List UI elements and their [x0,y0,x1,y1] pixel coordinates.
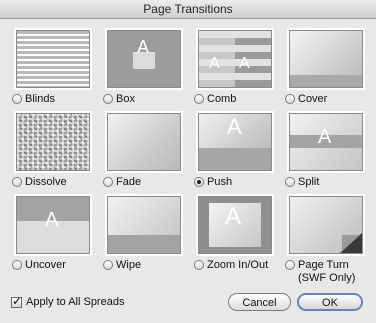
comb-radio[interactable] [194,94,204,104]
zoom-option[interactable]: Zoom In/Out [194,259,268,271]
apply-all-checkbox[interactable] [11,294,22,308]
dissolve-radio[interactable] [12,177,22,187]
wipe-radio[interactable] [103,260,113,270]
preview-letter: A [239,55,250,72]
uncover-label: Uncover [25,259,66,271]
zoom-label: Zoom In/Out [207,259,269,271]
split-preview[interactable]: A [289,113,363,171]
ok-button[interactable]: OK [297,293,363,311]
push-label: Push [207,176,233,188]
cover-preview[interactable] [289,30,363,88]
box-label: Box [116,93,135,105]
dissolve-option[interactable]: Dissolve [12,176,67,188]
cover-option[interactable]: Cover [285,93,327,105]
uncover-option[interactable]: Uncover [12,259,66,271]
wipe-option[interactable]: Wipe [103,259,141,271]
page-turn-option[interactable]: Page Turn [285,259,349,271]
comb-option[interactable]: Comb [194,93,236,105]
comb-label: Comb [207,93,237,105]
transitions-grid: Blinds A Box A A Comb Cover Dissolve Fad… [0,0,376,323]
zoom-preview[interactable]: A [198,196,272,254]
cover-radio[interactable] [285,94,295,104]
box-option[interactable]: Box [103,93,135,105]
box-preview[interactable]: A [107,30,181,88]
push-radio[interactable] [194,177,204,187]
page-transitions-dialog: Page Transitions Blinds A Box A A Comb C… [0,0,376,323]
page-turn-sublabel: (SWF Only) [298,272,356,284]
blinds-label: Blinds [25,93,55,105]
cover-label: Cover [298,93,328,105]
zoom-radio[interactable] [194,260,204,270]
dissolve-label: Dissolve [25,176,67,188]
push-preview[interactable]: A [198,113,272,171]
page-turn-label: Page Turn [298,259,349,271]
preview-letter: A [45,209,59,231]
page-turn-radio[interactable] [285,260,295,270]
push-option[interactable]: Push [194,176,232,188]
split-option[interactable]: Split [285,176,319,188]
page-turn-preview[interactable] [289,196,363,254]
fade-option[interactable]: Fade [103,176,141,188]
blinds-preview[interactable] [16,30,90,88]
fade-preview[interactable] [107,113,181,171]
wipe-preview[interactable] [107,196,181,254]
preview-letter: A [137,37,150,57]
split-radio[interactable] [285,177,295,187]
dissolve-preview[interactable] [16,113,90,171]
wipe-label: Wipe [116,259,142,271]
fade-radio[interactable] [103,177,113,187]
preview-letter: A [227,114,242,139]
uncover-preview[interactable]: A [16,196,90,254]
fade-label: Fade [116,176,142,188]
uncover-radio[interactable] [12,260,22,270]
blinds-option[interactable]: Blinds [12,93,55,105]
comb-preview[interactable]: A A [198,30,272,88]
preview-letter: A [209,55,220,72]
preview-letter: A [225,203,242,230]
preview-letter: A [318,126,332,148]
blinds-radio[interactable] [12,94,22,104]
cancel-button[interactable]: Cancel [228,293,291,311]
box-radio[interactable] [103,94,113,104]
split-label: Split [298,176,320,188]
